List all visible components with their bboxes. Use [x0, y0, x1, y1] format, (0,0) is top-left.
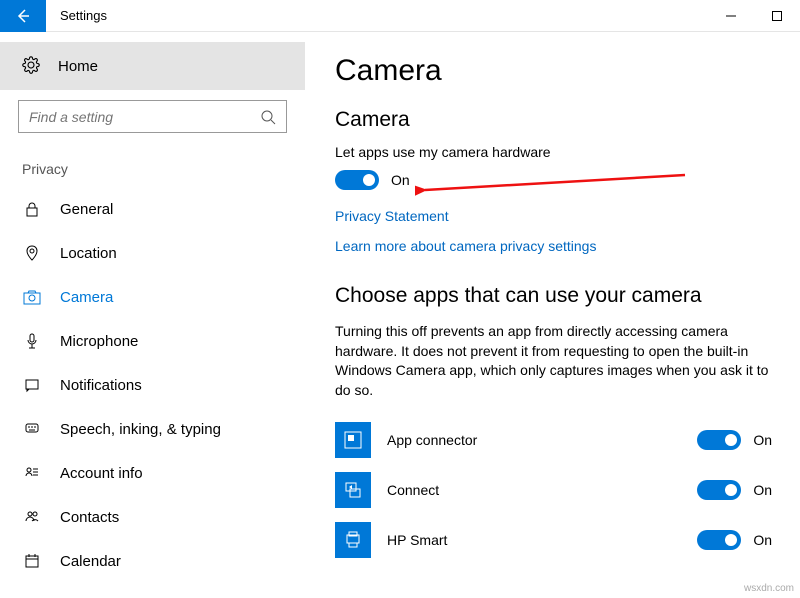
- app-connector-icon: [335, 422, 371, 458]
- choose-apps-description: Turning this off prevents an app from di…: [335, 322, 772, 400]
- sidebar-item-speech[interactable]: Speech, inking, & typing: [0, 407, 305, 451]
- main-panel: Camera Camera Let apps use my camera har…: [305, 32, 800, 598]
- speech-icon: [22, 421, 42, 437]
- back-button[interactable]: [0, 0, 46, 32]
- app-row: App connector On: [335, 422, 772, 458]
- section-subtitle: Camera: [335, 108, 772, 132]
- sidebar-item-label: Account info: [60, 465, 143, 482]
- account-icon: [22, 465, 42, 481]
- sidebar-item-account[interactable]: Account info: [0, 451, 305, 495]
- sidebar-item-label: Microphone: [60, 333, 138, 350]
- toggle-state: On: [753, 432, 772, 448]
- search-icon: [260, 109, 276, 125]
- microphone-icon: [22, 333, 42, 349]
- setting-label: Let apps use my camera hardware: [335, 144, 772, 160]
- search-input[interactable]: [29, 109, 260, 125]
- toggle-state: On: [391, 172, 410, 188]
- toggle-state: On: [753, 482, 772, 498]
- sidebar-item-label: Calendar: [60, 553, 121, 570]
- window-controls: [708, 0, 800, 32]
- sidebar-item-camera[interactable]: Camera: [0, 275, 305, 319]
- sidebar-item-calendar[interactable]: Calendar: [0, 539, 305, 583]
- sidebar: Home Privacy General Location Camera Mic…: [0, 32, 305, 598]
- learn-more-link[interactable]: Learn more about camera privacy settings: [335, 238, 772, 254]
- sidebar-item-notifications[interactable]: Notifications: [0, 363, 305, 407]
- maximize-icon: [772, 11, 782, 21]
- page-title: Camera: [335, 54, 772, 88]
- search-box[interactable]: [18, 100, 287, 133]
- sidebar-item-general[interactable]: General: [0, 187, 305, 231]
- home-label: Home: [58, 58, 98, 75]
- toggle-state: On: [753, 532, 772, 548]
- connect-toggle[interactable]: [697, 480, 741, 500]
- gear-icon: [22, 56, 40, 77]
- maximize-button[interactable]: [754, 0, 800, 32]
- app-name: HP Smart: [387, 532, 697, 548]
- sidebar-item-label: Location: [60, 245, 117, 262]
- app-name: App connector: [387, 432, 697, 448]
- privacy-statement-link[interactable]: Privacy Statement: [335, 208, 772, 224]
- app-row: Connect On: [335, 472, 772, 508]
- choose-apps-title: Choose apps that can use your camera: [335, 284, 772, 308]
- app-row: HP Smart On: [335, 522, 772, 558]
- titlebar: Settings: [0, 0, 800, 32]
- calendar-icon: [22, 553, 42, 569]
- location-icon: [22, 245, 42, 261]
- notifications-icon: [22, 377, 42, 393]
- app-connector-toggle[interactable]: [697, 430, 741, 450]
- sidebar-item-location[interactable]: Location: [0, 231, 305, 275]
- watermark: wsxdn.com: [744, 583, 794, 594]
- window-title: Settings: [60, 8, 107, 23]
- sidebar-item-label: Contacts: [60, 509, 119, 526]
- minimize-button[interactable]: [708, 0, 754, 32]
- camera-icon: [22, 289, 42, 305]
- sidebar-item-label: Camera: [60, 289, 113, 306]
- section-header-privacy: Privacy: [0, 133, 305, 187]
- hp-smart-toggle[interactable]: [697, 530, 741, 550]
- home-button[interactable]: Home: [0, 42, 305, 90]
- app-name: Connect: [387, 482, 697, 498]
- sidebar-item-label: General: [60, 201, 113, 218]
- lock-icon: [22, 201, 42, 217]
- camera-access-toggle[interactable]: [335, 170, 379, 190]
- contacts-icon: [22, 509, 42, 525]
- hp-smart-icon: [335, 522, 371, 558]
- sidebar-item-microphone[interactable]: Microphone: [0, 319, 305, 363]
- connect-icon: [335, 472, 371, 508]
- sidebar-item-contacts[interactable]: Contacts: [0, 495, 305, 539]
- sidebar-item-label: Notifications: [60, 377, 142, 394]
- sidebar-item-label: Speech, inking, & typing: [60, 421, 221, 438]
- minimize-icon: [726, 11, 736, 21]
- arrow-left-icon: [15, 8, 31, 24]
